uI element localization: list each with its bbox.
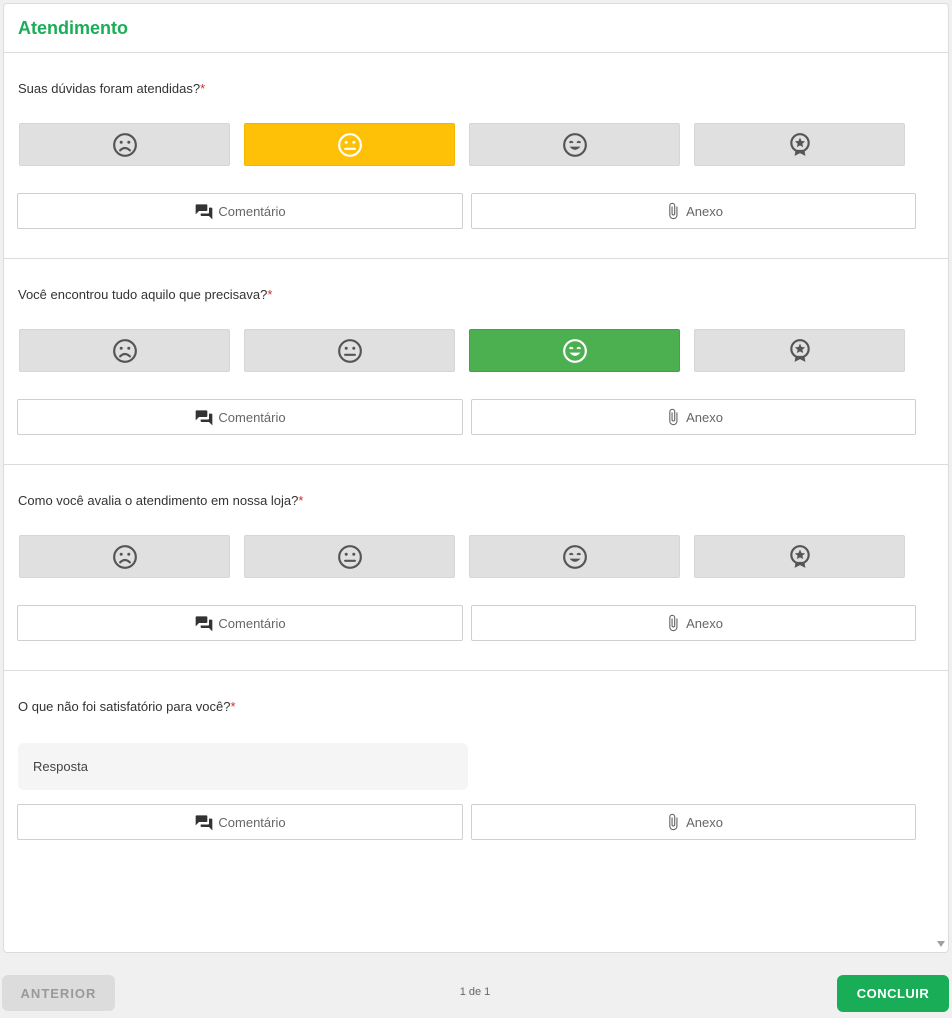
question-text: Você encontrou tudo aquilo que precisava… [18,287,273,302]
action-row: Comentário Anexo [17,804,917,840]
attach-button[interactable]: Anexo [471,399,916,435]
comment-button[interactable]: Comentário [17,804,463,840]
finish-button[interactable]: CONCLUIR [837,975,949,1012]
neutral-face-icon [337,132,362,157]
question-text: O que não foi satisfatório para você?* [18,699,236,714]
required-mark: * [298,493,304,508]
attach-label: Anexo [686,814,723,830]
attach-label: Anexo [686,203,723,219]
neutral-face-icon [337,338,362,363]
star-badge-icon [789,338,810,362]
question-text: Como você avalia o atendimento em nossa … [18,493,304,508]
question-2: Você encontrou tudo aquilo que precisava… [4,259,948,465]
scroll-down-arrow-icon[interactable] [937,941,945,947]
rating-row [19,123,905,167]
action-row: Comentário Anexo [17,399,917,435]
paperclip-icon [669,813,678,831]
happy-face-icon [562,338,587,363]
rating-option-happy[interactable] [469,123,680,166]
question-3: Como você avalia o atendimento em nossa … [4,465,948,671]
comment-icon [196,204,213,220]
question-text: Suas dúvidas foram atendidas?* [18,81,206,96]
sad-face-icon [112,132,137,157]
comment-icon [196,616,213,632]
rating-row [19,329,905,373]
action-row: Comentário Anexo [17,193,917,229]
rating-option-excellent[interactable] [694,329,905,372]
attach-button[interactable]: Anexo [471,193,916,229]
question-1: Suas dúvidas foram atendidas?* Comentári… [4,53,948,259]
rating-option-sad[interactable] [19,535,230,578]
neutral-face-icon [337,544,362,569]
rating-option-sad[interactable] [19,329,230,372]
rating-option-neutral[interactable] [244,123,455,166]
previous-button[interactable]: ANTERIOR [2,975,115,1011]
paperclip-icon [669,408,678,426]
card-header: Atendimento [4,4,948,53]
happy-face-icon [562,544,587,569]
comment-label: Comentário [218,203,286,219]
sad-face-icon [112,544,137,569]
comment-label: Comentário [218,409,286,425]
attach-button[interactable]: Anexo [471,804,916,840]
action-row: Comentário Anexo [17,605,917,641]
paperclip-icon [669,614,678,632]
required-mark: * [230,699,236,714]
attach-button[interactable]: Anexo [471,605,916,641]
comment-button[interactable]: Comentário [17,399,463,435]
comment-icon [196,410,213,426]
survey-card: Atendimento Suas dúvidas foram atendidas… [3,3,949,953]
rating-option-happy[interactable] [469,535,680,578]
paperclip-icon [669,202,678,220]
comment-icon [196,815,213,831]
happy-face-icon [562,132,587,157]
rating-option-neutral[interactable] [244,535,455,578]
rating-option-sad[interactable] [19,123,230,166]
rating-row [19,535,905,579]
star-badge-icon [789,544,810,568]
attach-label: Anexo [686,409,723,425]
rating-option-neutral[interactable] [244,329,455,372]
comment-button[interactable]: Comentário [17,193,463,229]
comment-label: Comentário [218,814,286,830]
answer-input[interactable] [18,743,468,790]
rating-option-excellent[interactable] [694,123,905,166]
attach-label: Anexo [686,615,723,631]
page-indicator: 1 de 1 [459,986,491,998]
required-mark: * [200,81,206,96]
page-title: Atendimento [18,18,128,38]
comment-label: Comentário [218,615,286,631]
rating-option-happy[interactable] [469,329,680,372]
required-mark: * [267,287,273,302]
sad-face-icon [112,338,137,363]
question-4: O que não foi satisfatório para você?* C… [4,671,948,952]
star-badge-icon [789,132,810,156]
comment-button[interactable]: Comentário [17,605,463,641]
rating-option-excellent[interactable] [694,535,905,578]
scrollbar[interactable] [934,4,948,952]
